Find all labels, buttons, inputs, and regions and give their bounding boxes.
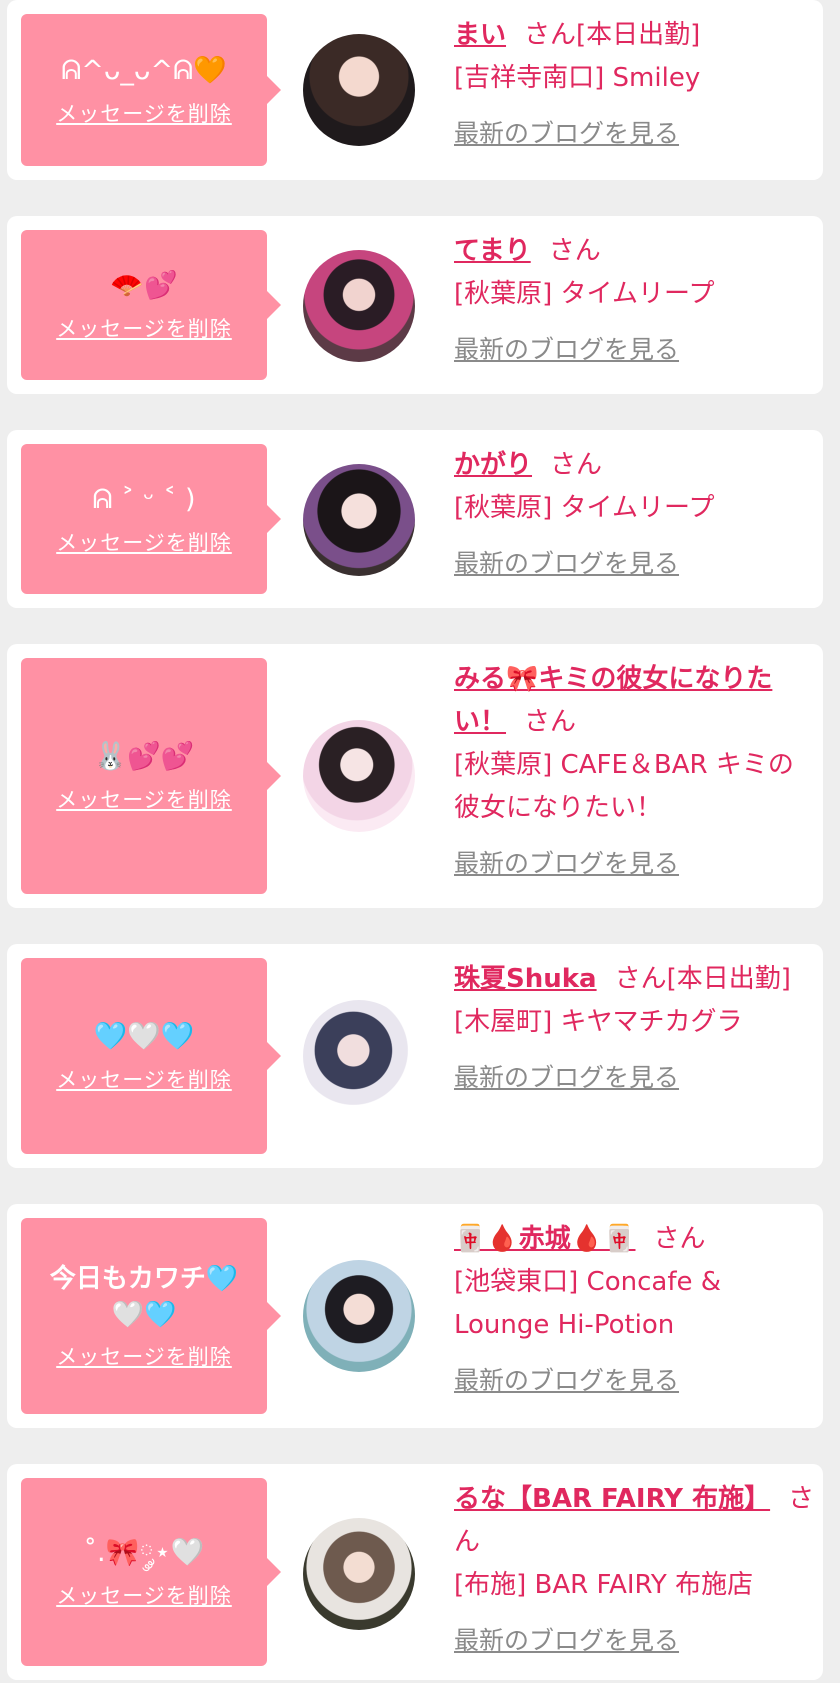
message-text: 今日もカワチ🩵🤍🩵 <box>49 1264 239 1330</box>
avatar[interactable] <box>303 1000 415 1112</box>
delete-message-link[interactable]: メッセージを削除 <box>56 1064 232 1094</box>
cast-name-link[interactable]: かがり <box>454 450 532 480</box>
shop-name: [秋葉原] CAFE＆BAR キミの彼女になりたい！ <box>454 750 794 823</box>
cast-info: かがり さん [秋葉原] タイムリープ 最新のブログを見る <box>454 444 819 585</box>
message-text: 🪭💕 <box>110 270 178 301</box>
latest-blog-link[interactable]: 最新のブログを見る <box>454 1619 819 1662</box>
delete-message-link[interactable]: メッセージを削除 <box>56 1580 232 1610</box>
cast-name-link[interactable]: 🀄🩸赤城🩸🀄 <box>454 1224 636 1254</box>
message-text: 🩵🤍🩵 <box>93 1021 195 1052</box>
message-text: ˚.🎀༘⋆🤍 <box>83 1537 205 1568</box>
message-bubble: 今日もカワチ🩵🤍🩵 メッセージを削除 <box>21 1218 281 1414</box>
message-list: ᕱ^ᴗ_ᴗ^ᕱ🧡 メッセージを削除 まい さん[本日出勤] [吉祥寺南口] Smi… <box>0 0 840 1683</box>
message-card: 🐰💕💕 メッセージを削除 みる🎀キミの彼女になりたい！ さん [秋葉原] CAFE… <box>7 644 823 908</box>
delete-message-link[interactable]: メッセージを削除 <box>56 1341 232 1371</box>
cast-suffix: さん[本日出勤] <box>524 20 701 50</box>
avatar[interactable] <box>303 34 415 146</box>
cast-name-link[interactable]: てまり <box>454 236 531 266</box>
message-card: ˚.🎀༘⋆🤍 メッセージを削除 るな【BAR FAIRY 布施】 さん [布施] … <box>7 1464 823 1680</box>
cast-info: るな【BAR FAIRY 布施】 さん [布施] BAR FAIRY 布施店 最新… <box>454 1478 819 1662</box>
avatar[interactable] <box>303 720 415 832</box>
message-bubble: ˚.🎀༘⋆🤍 メッセージを削除 <box>21 1478 281 1666</box>
message-card: 今日もカワチ🩵🤍🩵 メッセージを削除 🀄🩸赤城🩸🀄 さん [池袋東口] Conca… <box>7 1204 823 1428</box>
latest-blog-link[interactable]: 最新のブログを見る <box>454 842 819 885</box>
message-bubble: ᕱ^ᴗ_ᴗ^ᕱ🧡 メッセージを削除 <box>21 14 281 166</box>
latest-blog-link[interactable]: 最新のブログを見る <box>454 112 819 155</box>
cast-name-link[interactable]: まい <box>454 20 506 50</box>
latest-blog-link[interactable]: 最新のブログを見る <box>454 1056 819 1099</box>
message-bubble: ᕱ ˃ ᵕ ˂ ) メッセージを削除 <box>21 444 281 594</box>
delete-message-link[interactable]: メッセージを削除 <box>56 527 232 557</box>
avatar[interactable] <box>303 1260 415 1372</box>
cast-suffix: さん <box>548 236 601 266</box>
message-text: ᕱ ˃ ᵕ ˂ ) <box>92 484 196 515</box>
avatar[interactable] <box>303 1518 415 1630</box>
cast-name-link[interactable]: るな【BAR FAIRY 布施】 <box>454 1484 770 1514</box>
shop-name: [吉祥寺南口] Smiley <box>454 63 701 93</box>
latest-blog-link[interactable]: 最新のブログを見る <box>454 328 819 371</box>
avatar[interactable] <box>303 464 415 576</box>
cast-name-link[interactable]: 珠夏Shuka <box>454 964 597 994</box>
cast-info: みる🎀キミの彼女になりたい！ さん [秋葉原] CAFE＆BAR キミの彼女になり… <box>454 658 819 885</box>
message-card: ᕱ^ᴗ_ᴗ^ᕱ🧡 メッセージを削除 まい さん[本日出勤] [吉祥寺南口] Smi… <box>7 0 823 180</box>
shop-name: [秋葉原] タイムリープ <box>454 493 715 523</box>
cast-info: 珠夏Shuka さん[本日出勤] [木屋町] キヤマチカグラ 最新のブログを見る <box>454 958 819 1099</box>
shop-name: [布施] BAR FAIRY 布施店 <box>454 1570 754 1600</box>
message-bubble: 🐰💕💕 メッセージを削除 <box>21 658 281 894</box>
message-text: 🐰💕💕 <box>93 741 195 772</box>
cast-suffix: さん <box>550 450 603 480</box>
delete-message-link[interactable]: メッセージを削除 <box>56 98 232 128</box>
delete-message-link[interactable]: メッセージを削除 <box>56 784 232 814</box>
cast-info: てまり さん [秋葉原] タイムリープ 最新のブログを見る <box>454 230 819 371</box>
shop-name: [木屋町] キヤマチカグラ <box>454 1007 743 1037</box>
delete-message-link[interactable]: メッセージを削除 <box>56 313 232 343</box>
cast-info: 🀄🩸赤城🩸🀄 さん [池袋東口] Concafe & Lounge Hi-Poti… <box>454 1218 819 1402</box>
message-text: ᕱ^ᴗ_ᴗ^ᕱ🧡 <box>61 55 227 86</box>
message-card: ᕱ ˃ ᵕ ˂ ) メッセージを削除 かがり さん [秋葉原] タイムリープ 最新… <box>7 430 823 608</box>
cast-info: まい さん[本日出勤] [吉祥寺南口] Smiley 最新のブログを見る <box>454 14 819 155</box>
message-bubble: 🩵🤍🩵 メッセージを削除 <box>21 958 281 1154</box>
cast-suffix: さん <box>524 707 577 737</box>
avatar[interactable] <box>303 250 415 362</box>
latest-blog-link[interactable]: 最新のブログを見る <box>454 542 819 585</box>
shop-name: [池袋東口] Concafe & Lounge Hi-Potion <box>454 1267 722 1340</box>
message-card: 🪭💕 メッセージを削除 てまり さん [秋葉原] タイムリープ 最新のブログを見る <box>7 216 823 394</box>
latest-blog-link[interactable]: 最新のブログを見る <box>454 1359 819 1402</box>
cast-name-link[interactable]: みる🎀キミの彼女になりたい！ <box>454 664 772 737</box>
cast-suffix: さん[本日出勤] <box>614 964 791 994</box>
message-card: 🩵🤍🩵 メッセージを削除 珠夏Shuka さん[本日出勤] [木屋町] キヤマチカ… <box>7 944 823 1168</box>
cast-suffix: さん <box>653 1224 706 1254</box>
message-bubble: 🪭💕 メッセージを削除 <box>21 230 281 380</box>
shop-name: [秋葉原] タイムリープ <box>454 279 715 309</box>
